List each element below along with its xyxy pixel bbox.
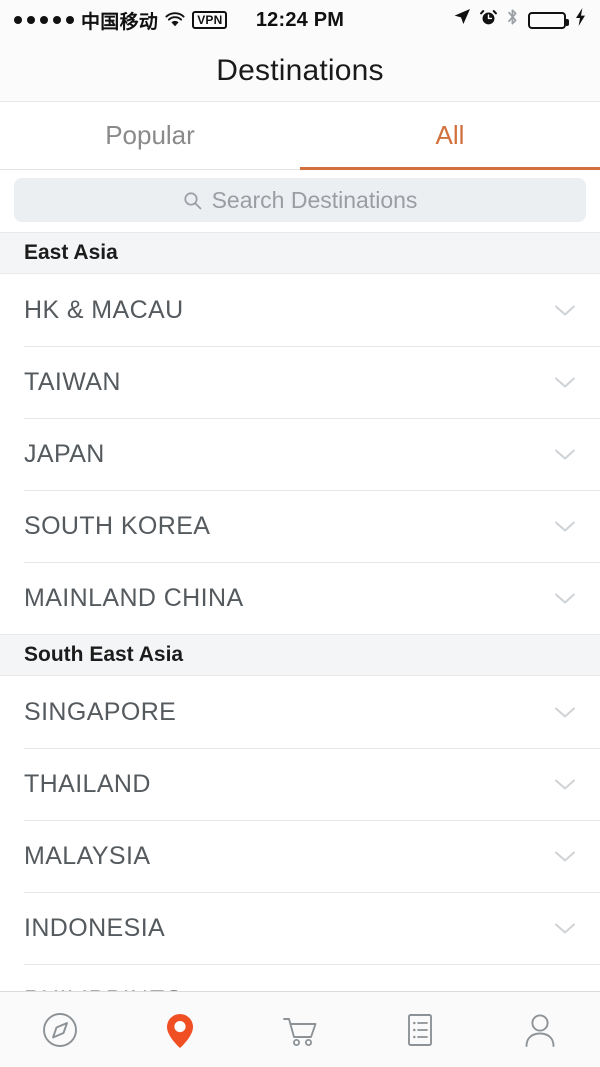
search-input[interactable]: Search Destinations xyxy=(14,178,586,222)
section-title: East Asia xyxy=(24,241,118,264)
alarm-clock-icon xyxy=(480,9,497,32)
tab-profile[interactable] xyxy=(480,1008,600,1052)
destination-label: INDONESIA xyxy=(24,913,166,942)
carrier-name: 中国移动 xyxy=(81,11,159,33)
status-bar: 中国移动 VPN 12:24 PM xyxy=(0,0,600,40)
destination-label: SOUTH KOREA xyxy=(24,511,211,540)
destination-label: MAINLAND CHINA xyxy=(24,583,244,612)
destination-label: SINGAPORE xyxy=(24,697,177,726)
bottom-tab-bar xyxy=(0,991,600,1067)
search-icon xyxy=(183,191,202,210)
list-item[interactable]: TAIWAN xyxy=(0,346,600,418)
section-header-south-east-asia: South East Asia xyxy=(0,634,600,676)
tab-all[interactable]: All xyxy=(300,102,600,170)
status-bar-right xyxy=(344,8,586,32)
section-header-east-asia: East Asia xyxy=(0,232,600,274)
chevron-down-icon xyxy=(554,778,576,791)
chevron-down-icon xyxy=(554,706,576,719)
tab-cart[interactable] xyxy=(240,1008,360,1052)
wifi-icon xyxy=(165,12,185,28)
search-container: Search Destinations xyxy=(0,170,600,232)
search-placeholder: Search Destinations xyxy=(211,186,418,213)
tab-destinations[interactable] xyxy=(120,1008,240,1052)
chevron-down-icon xyxy=(554,592,576,605)
chevron-down-icon xyxy=(554,520,576,533)
tab-explore[interactable] xyxy=(0,1008,120,1052)
list-item[interactable]: JAPAN xyxy=(0,418,600,490)
tab-popular[interactable]: Popular xyxy=(0,102,300,169)
destination-label: MALAYSIA xyxy=(24,841,151,870)
list-item[interactable]: SOUTH KOREA xyxy=(0,490,600,562)
chevron-down-icon xyxy=(554,304,576,317)
list-item[interactable]: HK & MACAU xyxy=(0,274,600,346)
location-arrow-icon xyxy=(453,8,471,32)
destination-label: JAPAN xyxy=(24,439,105,468)
destination-label: HK & MACAU xyxy=(24,295,184,324)
compass-icon xyxy=(38,1008,82,1052)
list-item[interactable]: THAILAND xyxy=(0,748,600,820)
chevron-down-icon xyxy=(554,850,576,863)
list-item[interactable]: SINGAPORE xyxy=(0,676,600,748)
tab-strip: Popular All xyxy=(0,102,600,170)
destination-label: PHILIPPINES xyxy=(24,986,554,992)
app-screen: 中国移动 VPN 12:24 PM Destinations Popular A… xyxy=(0,0,600,1067)
chevron-down-icon xyxy=(554,448,576,461)
signal-strength-icon xyxy=(14,16,74,24)
clock-time: 12:24 PM xyxy=(255,8,345,31)
battery-icon xyxy=(528,11,569,29)
tab-orders[interactable] xyxy=(360,1008,480,1052)
tab-popular-label: Popular xyxy=(105,120,195,150)
bluetooth-icon xyxy=(506,8,519,32)
shopping-cart-icon xyxy=(277,1008,323,1052)
list-item[interactable]: MAINLAND CHINA xyxy=(0,562,600,634)
vpn-badge: VPN xyxy=(192,11,228,29)
destination-label: TAIWAN xyxy=(24,367,121,396)
nav-bar: Destinations xyxy=(0,40,600,102)
tab-all-label: All xyxy=(435,120,465,150)
destination-label: THAILAND xyxy=(24,769,151,798)
list-item[interactable]: PHILIPPINES xyxy=(0,964,600,991)
status-bar-left: 中国移动 VPN xyxy=(14,7,256,34)
chevron-down-icon xyxy=(554,376,576,389)
destination-list[interactable]: East Asia HK & MACAU TAIWAN JAPAN SOUTH … xyxy=(0,232,600,991)
list-item[interactable]: MALAYSIA xyxy=(0,820,600,892)
lightning-bolt-icon xyxy=(575,8,586,32)
person-icon xyxy=(518,1008,562,1052)
list-icon xyxy=(398,1008,442,1052)
section-title: South East Asia xyxy=(24,643,184,666)
list-item[interactable]: INDONESIA xyxy=(0,892,600,964)
map-pin-icon xyxy=(158,1008,202,1052)
page-title: Destinations xyxy=(216,53,384,87)
chevron-down-icon xyxy=(554,922,576,935)
